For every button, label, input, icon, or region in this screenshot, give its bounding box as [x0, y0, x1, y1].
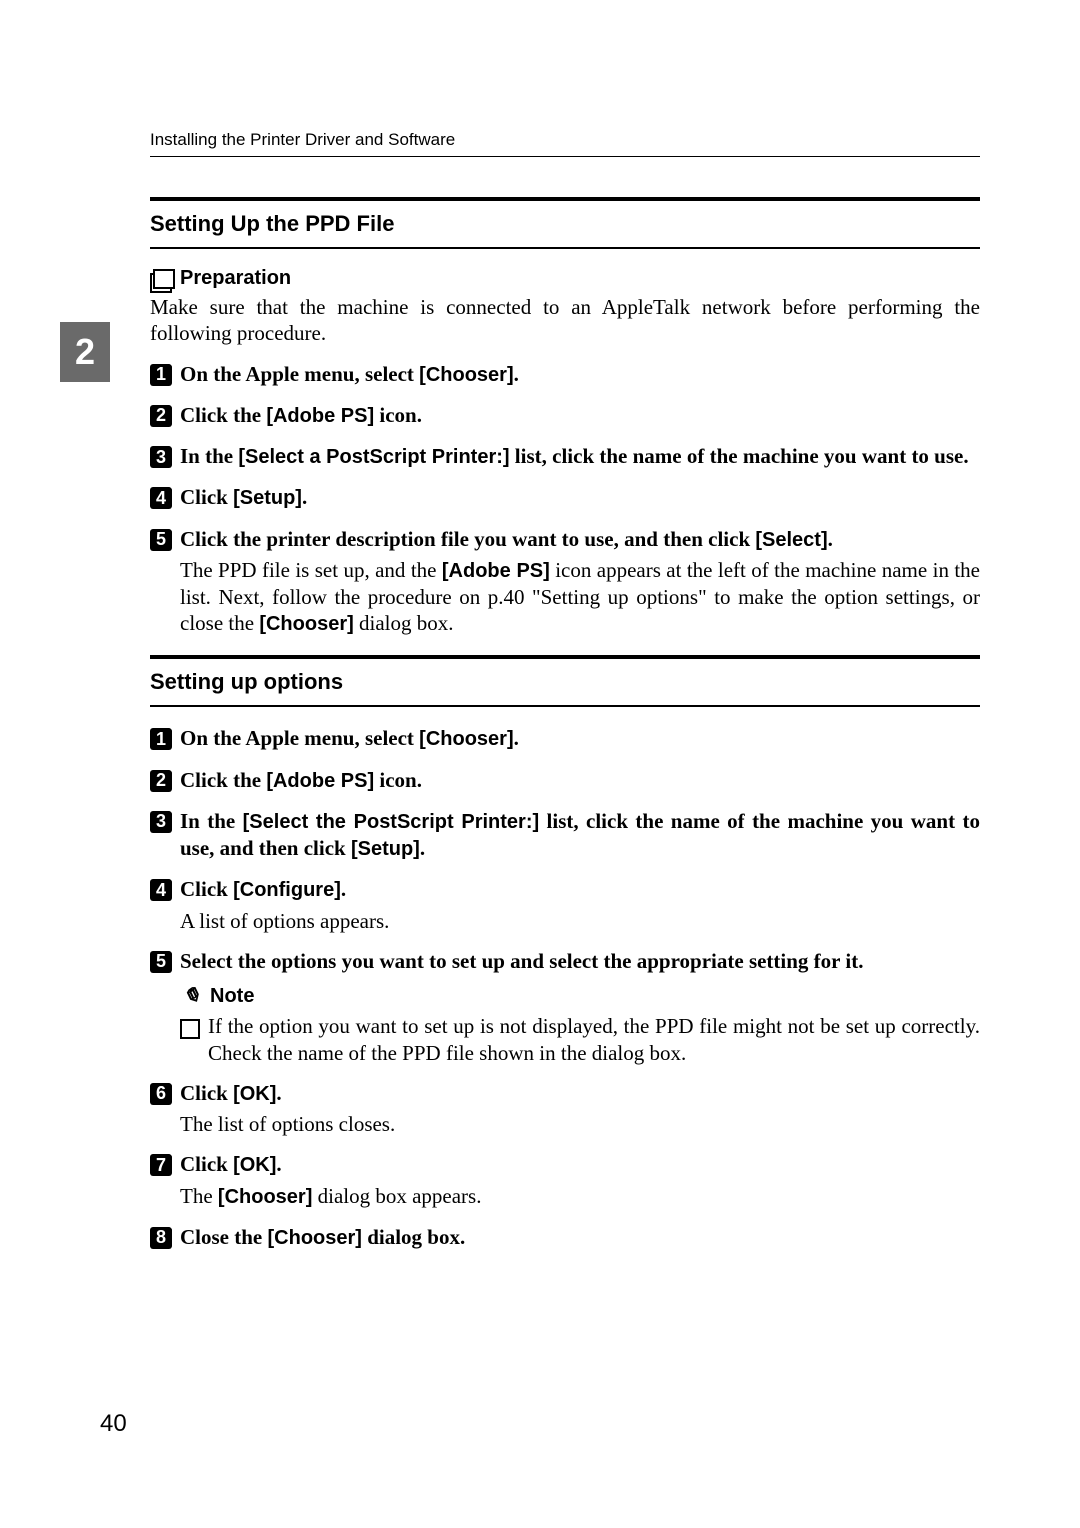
step-number-icon: 2 — [150, 405, 172, 427]
step-row: 4 Click [Configure]. — [150, 876, 980, 903]
step-followup-text: A list of options appears. — [180, 908, 980, 934]
step-text: In the [Select the PostScript Printer:] … — [180, 808, 980, 863]
step-number-icon: 1 — [150, 364, 172, 386]
note-body: If the option you want to set up is not … — [208, 1013, 980, 1066]
step-text: Click the printer description file you w… — [180, 526, 980, 553]
running-head: Installing the Printer Driver and Softwa… — [150, 130, 980, 150]
preparation-label: Preparation — [180, 267, 291, 290]
section-rule — [150, 247, 980, 249]
step-text: Click [OK]. — [180, 1151, 980, 1178]
step-text: Select the options you want to set up an… — [180, 948, 980, 975]
step-row: 6 Click [OK]. — [150, 1080, 980, 1107]
bullet-icon — [180, 1019, 200, 1039]
running-head-rule — [150, 156, 980, 157]
step-row: 3 In the [Select the PostScript Printer:… — [150, 808, 980, 863]
step-number-icon: 4 — [150, 487, 172, 509]
step-row: 7 Click [OK]. — [150, 1151, 980, 1178]
section-heading: Setting Up the PPD File — [150, 211, 980, 237]
step-text: Click [Configure]. — [180, 876, 980, 903]
step-row: 2 Click the [Adobe PS] icon. — [150, 767, 980, 794]
step-row: 5 Select the options you want to set up … — [150, 948, 980, 975]
step-row: 4 Click [Setup]. — [150, 484, 980, 511]
note-label: Note — [210, 985, 254, 1008]
step-followup-text: The list of options closes. — [180, 1111, 980, 1137]
section-rule — [150, 655, 980, 659]
section-heading: Setting up options — [150, 669, 980, 695]
note-bullet: If the option you want to set up is not … — [180, 1013, 980, 1066]
preparation-heading: Preparation — [150, 267, 980, 290]
step-number-icon: 1 — [150, 728, 172, 750]
step-number-icon: 2 — [150, 770, 172, 792]
step-followup-text: The [Chooser] dialog box appears. — [180, 1183, 980, 1210]
step-text: Click [Setup]. — [180, 484, 980, 511]
step-row: 1 On the Apple menu, select [Chooser]. — [150, 725, 980, 752]
step-row: 3 In the [Select a PostScript Printer:] … — [150, 443, 980, 470]
step-number-icon: 5 — [150, 529, 172, 551]
step-text: Click [OK]. — [180, 1080, 980, 1107]
page-number: 40 — [100, 1410, 127, 1438]
step-row: 2 Click the [Adobe PS] icon. — [150, 402, 980, 429]
step-text: Close the [Chooser] dialog box. — [180, 1224, 980, 1251]
note-heading: Note — [180, 983, 980, 1009]
step-text: Click the [Adobe PS] icon. — [180, 402, 980, 429]
step-number-icon: 6 — [150, 1083, 172, 1105]
step-number-icon: 8 — [150, 1227, 172, 1249]
step-row: 5 Click the printer description file you… — [150, 526, 980, 553]
preparation-body: Make sure that the machine is connected … — [150, 294, 980, 347]
note-icon — [177, 983, 206, 1009]
page: 2 40 Installing the Printer Driver and S… — [0, 0, 1080, 1528]
step-number-icon: 7 — [150, 1154, 172, 1176]
step-row: 1 On the Apple menu, select [Chooser]. — [150, 361, 980, 388]
chapter-tab: 2 — [60, 322, 110, 382]
section-rule — [150, 197, 980, 201]
step-row: 8 Close the [Chooser] dialog box. — [150, 1224, 980, 1251]
step-number-icon: 5 — [150, 951, 172, 973]
step-text: Click the [Adobe PS] icon. — [180, 767, 980, 794]
step-text: On the Apple menu, select [Chooser]. — [180, 725, 980, 752]
step-number-icon: 4 — [150, 879, 172, 901]
step-followup-text: The PPD file is set up, and the [Adobe P… — [180, 557, 980, 637]
preparation-icon — [150, 269, 172, 289]
step-text: In the [Select a PostScript Printer:] li… — [180, 443, 980, 470]
step-number-icon: 3 — [150, 811, 172, 833]
section-rule — [150, 705, 980, 707]
step-number-icon: 3 — [150, 446, 172, 468]
step-text: On the Apple menu, select [Chooser]. — [180, 361, 980, 388]
